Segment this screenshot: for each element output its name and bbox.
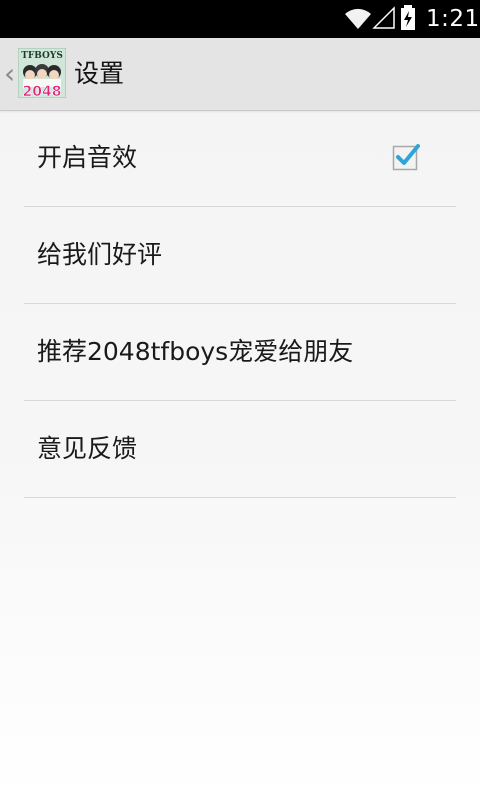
cell-signal-icon: [372, 6, 395, 29]
status-time: 1:21: [426, 6, 480, 32]
pref-feedback[interactable]: 意见反馈: [24, 401, 456, 498]
chevron-left-icon[interactable]: ‹: [4, 58, 15, 90]
page-title: 设置: [74, 59, 125, 88]
battery-charging-icon: [401, 5, 415, 30]
action-bar: ‹ TFBOYS 2048 设置: [0, 38, 480, 111]
pref-label: 意见反馈: [37, 434, 138, 463]
pref-sound-effects[interactable]: 开启音效: [24, 110, 456, 207]
app-icon-bottom-text: 2048: [23, 84, 62, 98]
pref-label: 推荐2048tfboys宠爱给朋友: [37, 337, 354, 366]
wifi-icon: [345, 8, 371, 29]
pref-label: 开启音效: [37, 143, 138, 172]
sound-checkbox[interactable]: [392, 143, 420, 171]
tfboys-2048-app-icon[interactable]: TFBOYS 2048: [18, 48, 66, 98]
settings-list: 开启音效 给我们好评 推荐2048tfboys宠爱给朋友 意见反馈: [24, 110, 456, 498]
app-icon-top-text: TFBOYS: [21, 51, 63, 61]
status-bar: 1:21: [0, 0, 480, 38]
pref-rate-us[interactable]: 给我们好评: [24, 207, 456, 304]
pref-label: 给我们好评: [37, 240, 163, 269]
pref-recommend[interactable]: 推荐2048tfboys宠爱给朋友: [24, 304, 456, 401]
